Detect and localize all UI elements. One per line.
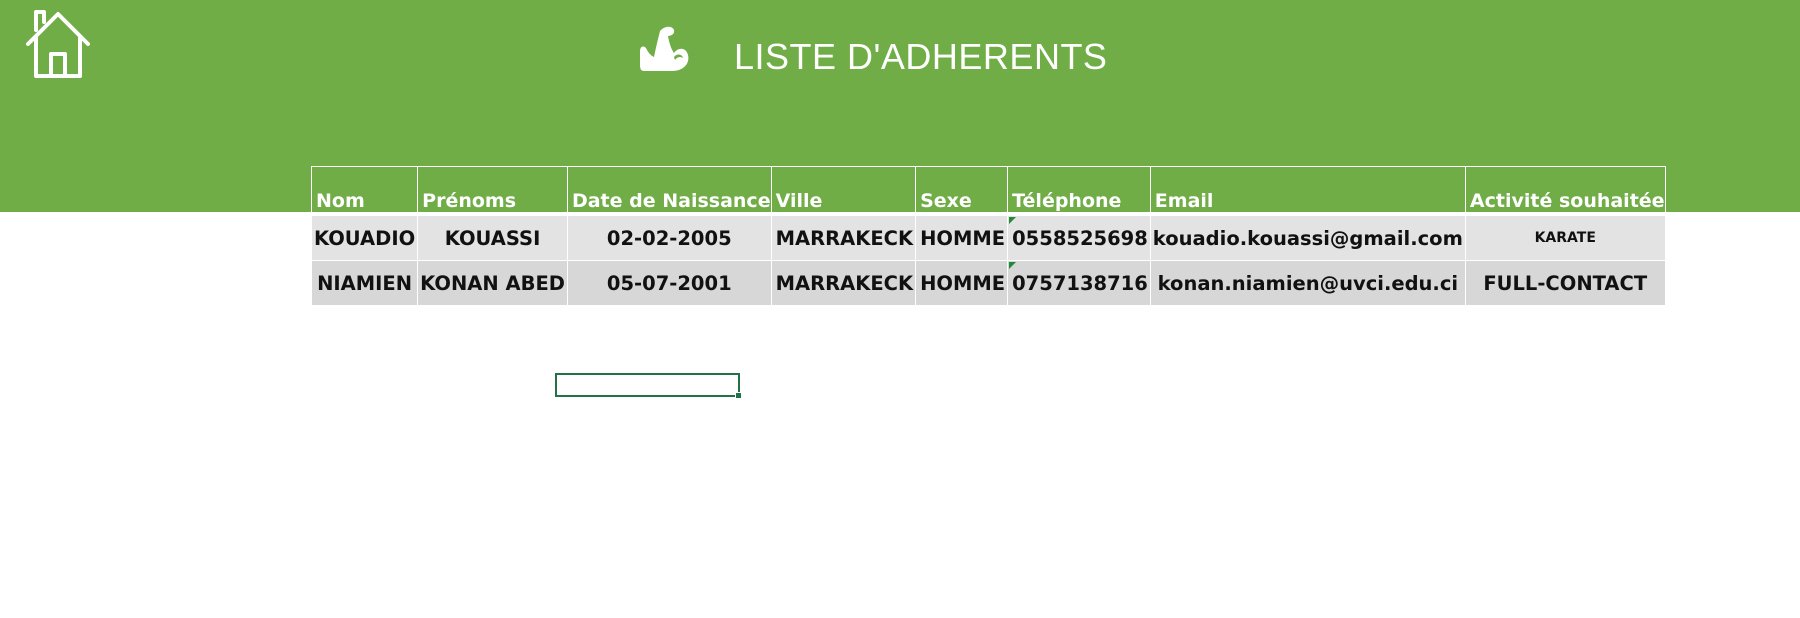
column-header-telephone[interactable]: Téléphone — [1007, 166, 1151, 216]
column-header-activite[interactable]: Activité souhaitée — [1464, 166, 1666, 216]
cell-nom[interactable]: NIAMIEN — [310, 260, 419, 306]
column-header-date-naissance[interactable]: Date de Naissance — [566, 166, 772, 216]
table-row: KOUADIO KOUASSI 02-02-2005 MARRAKECK HOM… — [310, 215, 1666, 261]
page-title: LISTE D'ADHERENTS — [734, 36, 1108, 77]
cell-activite[interactable]: KARATE — [1464, 215, 1666, 261]
table-row: NIAMIEN KONAN ABED 05-07-2001 MARRAKECK … — [310, 260, 1666, 306]
cell-email[interactable]: konan.niamien@uvci.edu.ci — [1149, 260, 1466, 306]
cell-prenoms[interactable]: KONAN ABED — [417, 260, 568, 306]
active-cell-selection[interactable] — [555, 373, 742, 399]
flexed-bicep-icon — [640, 26, 689, 71]
cell-sexe[interactable]: HOMME — [915, 260, 1009, 306]
cell-ville[interactable]: MARRAKECK — [770, 260, 917, 306]
cell-ville[interactable]: MARRAKECK — [770, 215, 917, 261]
home-icon[interactable] — [24, 8, 92, 80]
table-header-row: Nom Prénoms Date de Naissance Ville Sexe… — [310, 166, 1666, 216]
cell-date-naissance[interactable]: 05-07-2001 — [566, 260, 772, 306]
cell-date-naissance[interactable]: 02-02-2005 — [566, 215, 772, 261]
cell-nom[interactable]: KOUADIO — [310, 215, 419, 261]
cell-telephone[interactable]: 0757138716 — [1007, 260, 1151, 306]
cell-prenoms[interactable]: KOUASSI — [417, 215, 568, 261]
column-header-sexe[interactable]: Sexe — [915, 166, 1009, 216]
cell-telephone[interactable]: 0558525698 — [1007, 215, 1151, 261]
column-header-nom[interactable]: Nom — [310, 166, 419, 216]
column-header-ville[interactable]: Ville — [770, 166, 917, 216]
cell-activite[interactable]: FULL-CONTACT — [1464, 260, 1666, 306]
column-header-email[interactable]: Email — [1149, 166, 1466, 216]
members-table: Nom Prénoms Date de Naissance Ville Sexe… — [310, 166, 1666, 306]
cell-email[interactable]: kouadio.kouassi@gmail.com — [1149, 215, 1466, 261]
cell-sexe[interactable]: HOMME — [915, 215, 1009, 261]
column-header-prenoms[interactable]: Prénoms — [417, 166, 568, 216]
